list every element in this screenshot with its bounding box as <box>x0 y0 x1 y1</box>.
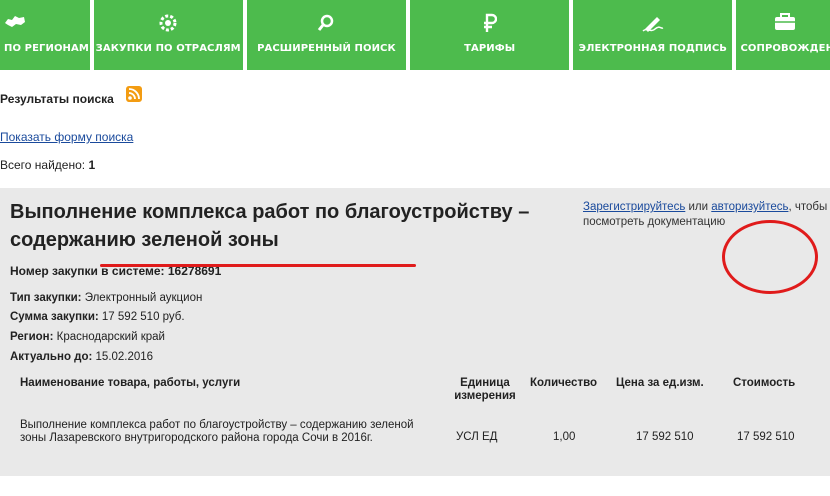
show-search-form-link[interactable]: Показать форму поиска <box>0 130 133 144</box>
procurement-sum: Сумма закупки: 17 592 510 руб. <box>10 311 185 323</box>
item-price: 17 592 510 <box>636 431 694 443</box>
red-underline-annotation <box>100 264 416 267</box>
tender-title[interactable]: Выполнение комплекса работ по благоустро… <box>10 198 580 254</box>
nav-advanced-search-label: РАСШИРЕННЫЙ ПОИСК <box>257 43 396 54</box>
nav-support-label: СОПРОВОЖДЕНИЕ ТЕ <box>740 43 830 54</box>
search-icon <box>316 13 336 33</box>
briefcase-icon <box>774 13 796 33</box>
ruble-icon <box>483 13 497 33</box>
item-cost: 17 592 510 <box>737 431 795 443</box>
nav-advanced-search[interactable]: РАСШИРЕННЫЙ ПОИСК <box>246 0 407 70</box>
found-count: Всего найдено: 1 <box>0 158 96 172</box>
gear-icon <box>158 13 178 33</box>
top-navigation: ПО РЕГИОНАМ ЗАКУПКИ ПО ОТРАСЛЯМ РАСШИРЕН… <box>0 0 830 70</box>
nav-tariffs[interactable]: ТАРИФЫ <box>410 0 570 70</box>
item-qty: 1,00 <box>553 431 576 443</box>
nav-tariffs-label: ТАРИФЫ <box>464 43 516 54</box>
col-header-name: Наименование товара, работы, услуги <box>20 377 241 389</box>
procurement-type: Тип закупки: Электронный аукцион <box>10 292 203 304</box>
actual-until: Актуально до: 15.02.2016 <box>10 351 154 363</box>
results-title: Результаты поиска <box>0 92 114 106</box>
signature-icon <box>641 13 665 33</box>
tender-card: Выполнение комплекса работ по благоустро… <box>0 188 830 476</box>
red-circle-annotation <box>722 220 818 294</box>
nav-industries[interactable]: ЗАКУПКИ ПО ОТРАСЛЯМ <box>93 0 243 70</box>
login-link[interactable]: авторизуйтесь <box>711 201 788 213</box>
nav-industries-label: ЗАКУПКИ ПО ОТРАСЛЯМ <box>95 43 241 54</box>
russia-map-icon <box>4 13 26 33</box>
item-name: Выполнение комплекса работ по благоустро… <box>20 419 414 444</box>
col-header-price: Цена за ед.изм. <box>616 377 704 389</box>
col-header-cost: Стоимость <box>733 377 796 389</box>
nav-e-signature-label: ЭЛЕКТРОННАЯ ПОДПИСЬ <box>578 43 727 54</box>
col-header-qty: Количество <box>530 377 598 389</box>
rss-icon[interactable] <box>126 86 142 102</box>
nav-e-signature[interactable]: ЭЛЕКТРОННАЯ ПОДПИСЬ <box>573 0 733 70</box>
nav-regions-label: ПО РЕГИОНАМ <box>4 43 89 54</box>
nav-support[interactable]: СОПРОВОЖДЕНИЕ ТЕ <box>736 0 830 70</box>
procurement-region: Регион: Краснодарский край <box>10 331 165 343</box>
register-link[interactable]: Зарегистрируйтесь <box>583 201 685 213</box>
nav-regions[interactable]: ПО РЕГИОНАМ <box>0 0 90 70</box>
col-header-unit: Единица измерения <box>454 377 516 402</box>
item-unit: УСЛ ЕД <box>456 431 498 443</box>
